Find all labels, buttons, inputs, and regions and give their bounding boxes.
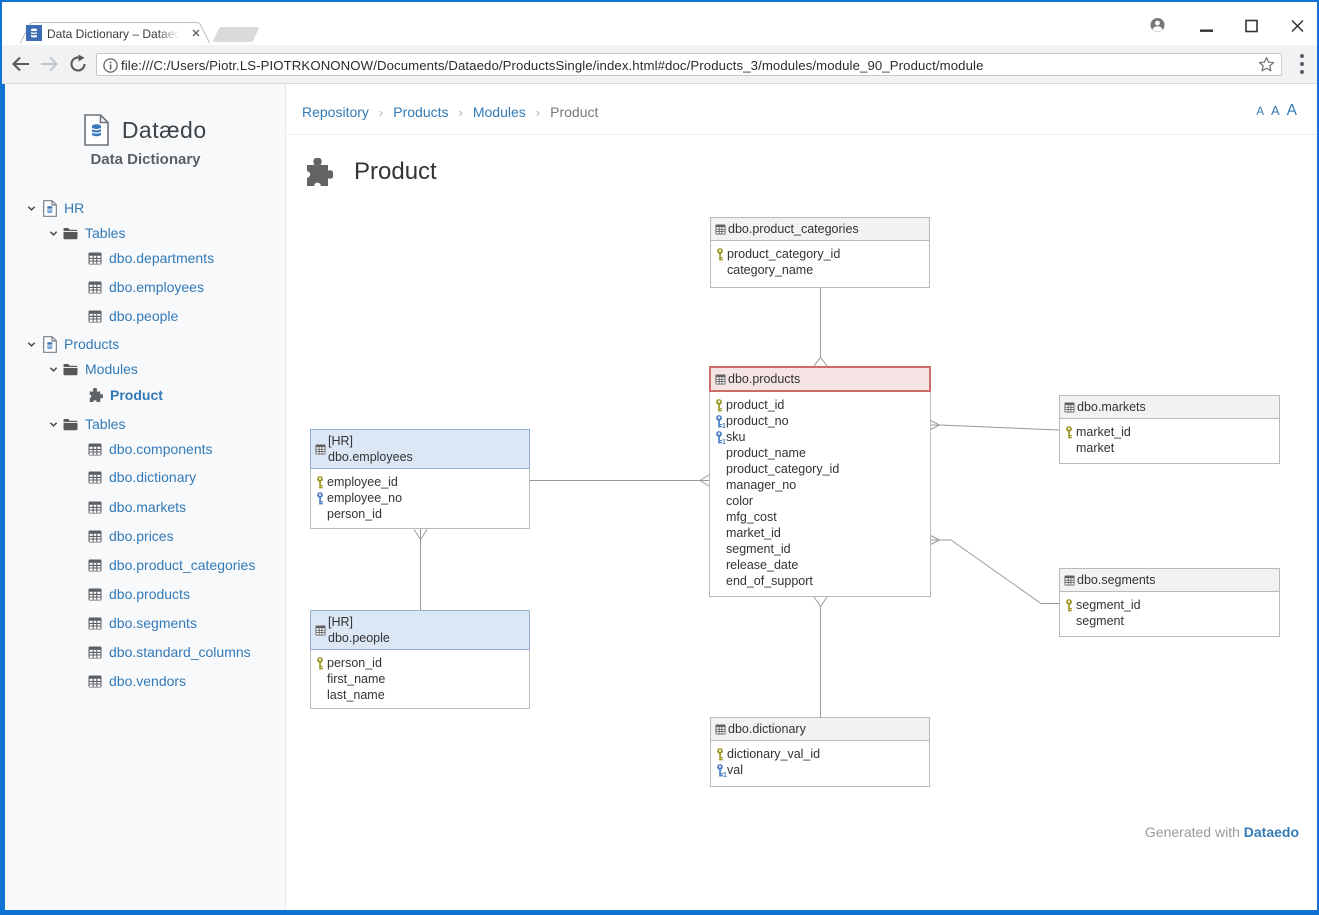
svg-text:1: 1 [722,423,726,428]
svg-text:1: 1 [722,439,726,444]
svg-text:1: 1 [723,772,727,777]
